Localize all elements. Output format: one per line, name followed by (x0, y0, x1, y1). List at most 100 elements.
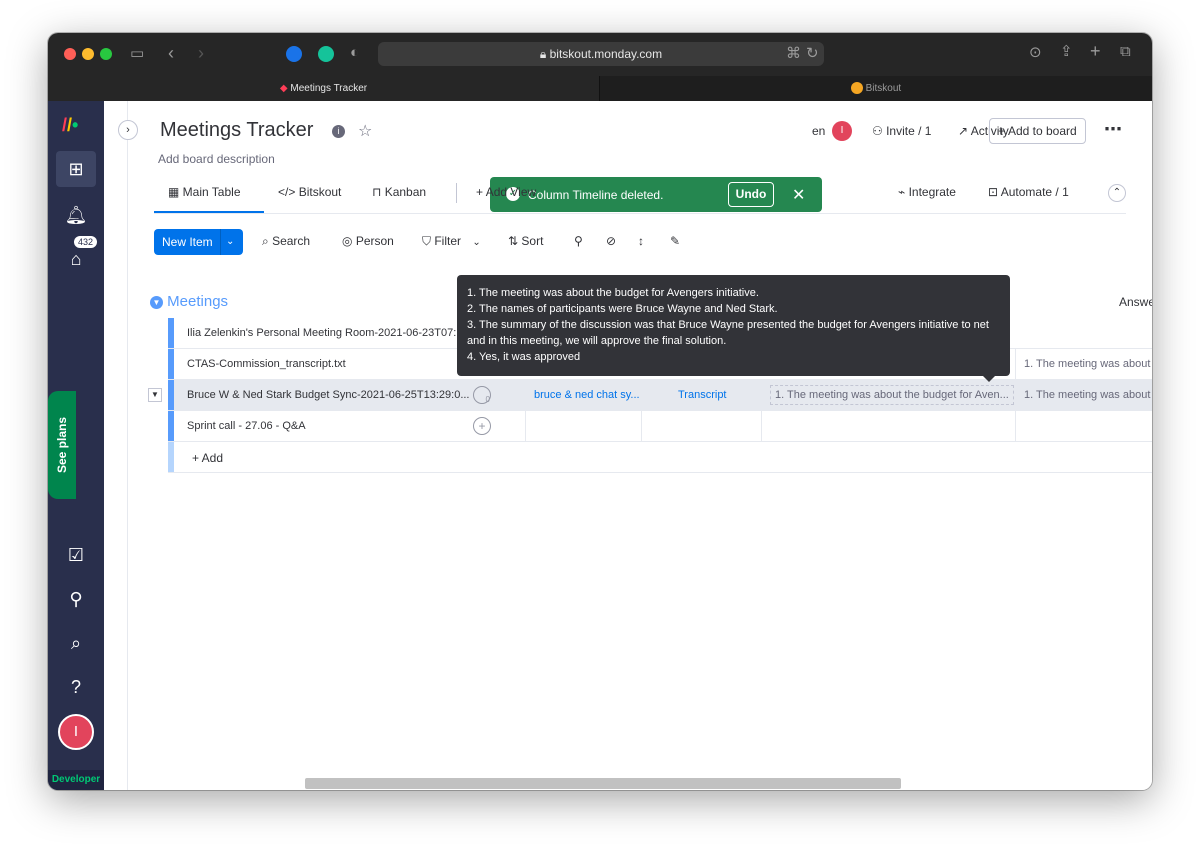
board-description[interactable]: Add board description (158, 152, 275, 166)
link-cell[interactable]: Transcript (641, 380, 760, 410)
new-tab-icon[interactable]: + (1090, 42, 1101, 60)
close-window-button[interactable] (64, 48, 76, 60)
translate-icon[interactable]: ⌘ (786, 46, 801, 62)
answer-cell[interactable]: 1. The meeting was about (1015, 349, 1152, 379)
row-menu-icon[interactable]: ▼ (148, 388, 162, 402)
horizontal-scrollbar[interactable] (305, 778, 901, 789)
my-work-icon[interactable]: ☑ (56, 537, 96, 573)
filter-icon: ⛉ (422, 234, 435, 248)
row-height-icon[interactable]: ↕ (638, 234, 644, 248)
workspaces-icon[interactable]: ⊞ (56, 151, 96, 187)
expand-panel-button[interactable]: › (118, 120, 138, 140)
table-row[interactable]: ▼ Bruce W & Ned Stark Budget Sync-2021-0… (148, 380, 1152, 411)
collapse-header-icon[interactable]: ⌃ (1108, 184, 1126, 202)
chevron-down-icon[interactable]: ⌄ (472, 237, 480, 248)
paint-icon[interactable]: ✎ (670, 234, 680, 248)
invite-members-icon[interactable]: ⚲ (56, 581, 96, 617)
person-filter-button[interactable]: ◎ Person (342, 234, 394, 248)
inbox-icon[interactable]: ⌂ (56, 241, 96, 277)
kanban-icon: ⊓ (372, 185, 385, 199)
table-row[interactable]: Sprint call - 27.06 - Q&A + (168, 411, 1152, 442)
header-partial-text: en (812, 124, 826, 138)
notifications-icon[interactable]: 🔔︎ (56, 197, 96, 233)
grammarly-icon[interactable] (318, 46, 334, 62)
tab-bitskout[interactable]: Bitskout (599, 76, 1152, 101)
favorite-star-icon[interactable]: ☆ (358, 121, 372, 141)
header-avatar[interactable]: I (832, 121, 852, 141)
plug-icon: ⌁ (898, 185, 909, 199)
file-cell[interactable]: bruce & ned chat sy... (525, 380, 642, 410)
new-item-button[interactable]: New Item ⌄ (154, 229, 243, 255)
group-header[interactable]: ▼ Meetings (150, 293, 228, 310)
summary-cell[interactable]: 1. The meeting was about the budget for … (761, 380, 1015, 410)
help-icon[interactable]: ? (56, 669, 96, 705)
developer-label: Developer (48, 770, 104, 790)
sort-icon: ⇅ (508, 234, 522, 248)
undo-button[interactable]: Undo (728, 182, 774, 207)
automate-button[interactable]: ⊡ Automate / 1 (988, 185, 1069, 199)
download-icon[interactable]: ⊙ (1029, 45, 1042, 61)
empty-cell[interactable] (761, 411, 1015, 441)
tab-kanban[interactable]: ⊓ Kanban (372, 185, 426, 199)
tab-main-table[interactable]: ▦ Main Table (168, 185, 241, 199)
minimize-window-button[interactable] (82, 48, 94, 60)
board-title[interactable]: Meetings Tracker (160, 119, 313, 142)
row-color-bar (168, 318, 174, 348)
close-toast-icon[interactable]: ✕ (792, 185, 805, 205)
forward-icon[interactable]: › (198, 44, 204, 62)
tab-divider (456, 183, 457, 203)
chevron-down-icon[interactable]: ⌄ (226, 229, 234, 255)
add-to-board-button[interactable]: + Add to board (989, 118, 1086, 144)
user-avatar[interactable]: I (58, 714, 94, 750)
empty-cell[interactable] (641, 411, 760, 441)
row-name[interactable]: CTAS-Commission_transcript.txt (187, 358, 346, 370)
code-icon: </> (278, 185, 299, 199)
updates-icon[interactable]: 0 (473, 386, 491, 404)
notification-toast: ✓ Column Timeline deleted. Undo ✕ (490, 177, 822, 212)
back-icon[interactable]: ‹ (168, 44, 174, 62)
bitskout-favicon-icon (850, 82, 863, 95)
empty-cell[interactable] (1015, 411, 1152, 441)
tab-overview-icon[interactable]: ⧉ (1120, 44, 1131, 60)
add-item-label[interactable]: + Add (192, 451, 223, 465)
tab-bitskout[interactable]: </> Bitskout (278, 185, 341, 199)
board-side-strip (104, 101, 128, 790)
integrate-button[interactable]: ⌁ Integrate (898, 185, 956, 199)
add-update-icon[interactable]: + (473, 417, 491, 435)
row-name[interactable]: Bruce W & Ned Stark Budget Sync-2021-06-… (187, 389, 469, 401)
info-icon[interactable]: i (332, 125, 345, 138)
search-button[interactable]: ⌕ Search (262, 234, 310, 249)
tooltip-line: 2. The names of participants were Bruce … (467, 303, 778, 315)
zoom-window-button[interactable] (100, 48, 112, 60)
chevron-down-icon[interactable]: ▼ (150, 295, 163, 309)
see-plans-button[interactable]: See plans (48, 391, 76, 499)
reload-icon[interactable]: ↻ (806, 46, 819, 62)
sort-button[interactable]: ⇅ Sort (508, 234, 543, 248)
shield-icon[interactable]: ◐ (350, 45, 359, 61)
hide-icon[interactable]: ⊘ (606, 234, 616, 248)
add-item-row[interactable]: + Add (168, 442, 1152, 473)
activity-icon: ↗ (958, 124, 971, 138)
extension-icon[interactable] (286, 46, 302, 62)
filter-button[interactable]: ⛉ Filter ⌄ (422, 234, 481, 249)
monday-logo-icon[interactable]: //• (62, 115, 78, 136)
active-tab-indicator (154, 211, 264, 213)
add-view-button[interactable]: + Add View (476, 185, 536, 199)
search-icon[interactable]: ⌕ (56, 625, 96, 661)
empty-cell[interactable] (525, 411, 642, 441)
share-icon[interactable]: ⇪ (1060, 44, 1073, 60)
pin-icon[interactable]: ⚲ (574, 234, 583, 248)
group-title: Meetings (167, 293, 229, 310)
lock-icon: 🔒︎ (539, 47, 550, 61)
more-options-icon[interactable]: ⋯ (1104, 117, 1122, 141)
row-name[interactable]: Sprint call - 27.06 - Q&A (187, 420, 306, 432)
tab-label: Meetings Tracker (290, 83, 368, 94)
answer-cell[interactable]: 1. The meeting was about (1015, 380, 1152, 410)
person-icon: ◎ (342, 234, 356, 248)
tab-meetings-tracker[interactable]: ◆ Meetings Tracker (48, 76, 599, 101)
row-name[interactable]: Ilia Zelenkin's Personal Meeting Room-20… (187, 327, 465, 339)
sidebar-toggle-icon[interactable]: ▭ (130, 46, 144, 62)
invite-button[interactable]: ⚇ Invite / 1 (872, 119, 931, 143)
row-color-bar (168, 349, 174, 379)
url-bar[interactable]: 🔒︎ bitskout.monday.com (378, 42, 824, 66)
